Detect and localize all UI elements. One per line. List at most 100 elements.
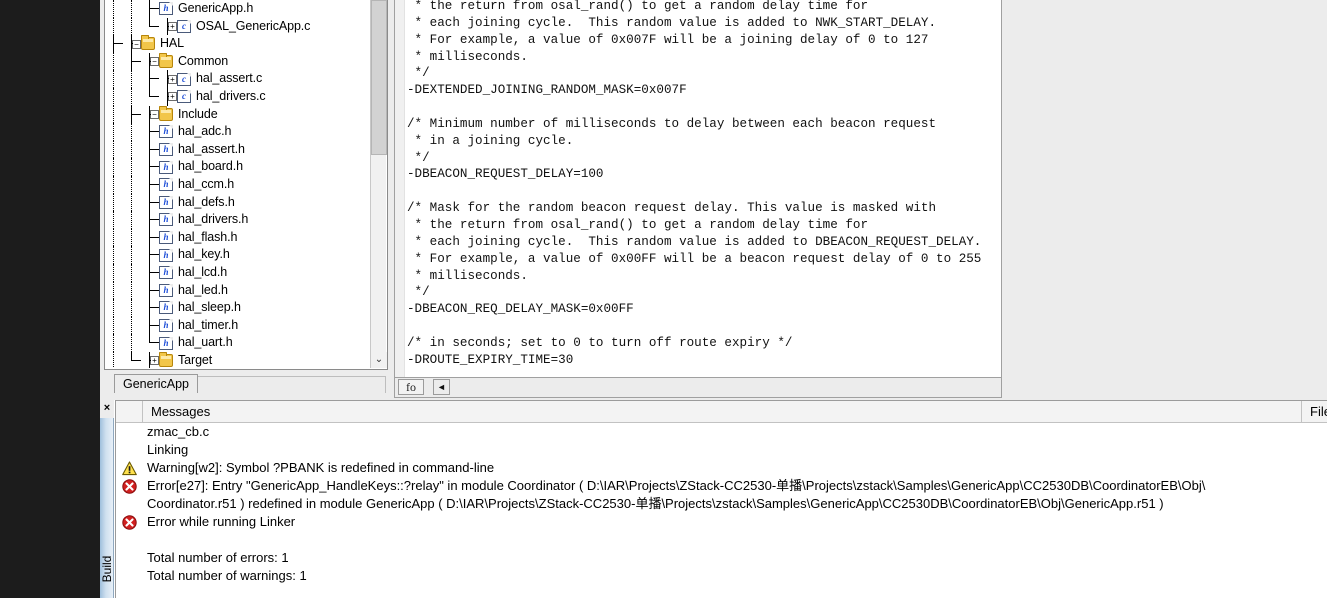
tree-indent-guide bbox=[123, 228, 141, 247]
tree-item[interactable]: + Target bbox=[105, 351, 371, 368]
tree-indent-guide bbox=[123, 158, 141, 176]
tree-item[interactable]: hal_uart.h bbox=[105, 334, 371, 352]
tree-item[interactable]: + hal_drivers.c bbox=[105, 87, 371, 106]
expand-icon[interactable]: + bbox=[159, 17, 180, 36]
tree-indent-guide bbox=[105, 17, 123, 36]
workspace-tab-strip: GenericApp bbox=[104, 370, 388, 394]
h-file-icon bbox=[159, 178, 173, 192]
tree-item[interactable]: − Include bbox=[105, 105, 371, 124]
expand-icon[interactable]: + bbox=[159, 87, 180, 106]
tree-indent-guide bbox=[123, 281, 141, 300]
message-text: Warning[w2]: Symbol ?PBANK is redefined … bbox=[147, 460, 495, 475]
message-row[interactable]: Linking bbox=[116, 441, 1327, 459]
message-row[interactable]: zmac_cb.c bbox=[116, 423, 1327, 441]
h-file-icon bbox=[159, 195, 173, 209]
tree-indent-guide bbox=[105, 52, 123, 71]
tree-vertical-scrollbar[interactable]: ⌄ bbox=[370, 0, 387, 368]
error-icon bbox=[122, 479, 137, 494]
column-header-messages[interactable]: Messages bbox=[143, 401, 1302, 422]
tree-item[interactable]: − HAL bbox=[105, 35, 371, 53]
tree-item[interactable]: hal_defs.h bbox=[105, 193, 371, 212]
h-file-icon bbox=[159, 318, 173, 332]
expander-box[interactable]: + bbox=[150, 356, 159, 366]
folder-icon bbox=[159, 53, 173, 69]
tree-indent-guide bbox=[123, 211, 141, 229]
tree-item[interactable]: hal_key.h bbox=[105, 246, 371, 264]
message-text: Coordinator.r51 ) redefined in module Ge… bbox=[147, 496, 1164, 511]
tree-item[interactable]: GenericApp.h bbox=[105, 0, 371, 18]
tree-connector bbox=[141, 70, 159, 88]
tree-item[interactable]: hal_board.h bbox=[105, 158, 371, 176]
column-header-icon[interactable] bbox=[116, 401, 143, 422]
tree-item[interactable]: hal_lcd.h bbox=[105, 263, 371, 282]
tree-item-label: hal_sleep.h bbox=[178, 300, 241, 315]
tree-connector bbox=[141, 0, 159, 18]
tree-scrollbar-thumb[interactable] bbox=[371, 0, 387, 155]
tree-item-label: OSAL_GenericApp.c bbox=[196, 18, 311, 33]
tree-indent-guide bbox=[105, 334, 123, 352]
messages-table-header: Messages File bbox=[116, 401, 1327, 423]
messages-table: Messages File zmac_cb.c Linking Warning[w2… bbox=[115, 400, 1327, 598]
tree-scroll-down-icon[interactable]: ⌄ bbox=[371, 352, 387, 368]
expander-box[interactable]: − bbox=[150, 110, 159, 120]
tree-indent-guide bbox=[105, 211, 123, 229]
h-file-icon bbox=[159, 231, 173, 245]
column-header-file[interactable]: File bbox=[1302, 401, 1327, 422]
collapse-icon[interactable]: − bbox=[123, 35, 144, 53]
code-editor-panel[interactable]: * the return from osal_rand() to get a r… bbox=[394, 0, 1002, 378]
collapse-icon[interactable]: − bbox=[141, 105, 162, 124]
workspace-tree-list: GenericApp.h+OSAL_GenericApp.c−HAL−Commo… bbox=[105, 0, 371, 368]
message-row[interactable]: Coordinator.r51 ) redefined in module Ge… bbox=[116, 495, 1327, 513]
expand-icon[interactable]: + bbox=[141, 351, 162, 368]
tab-genericapp[interactable]: GenericApp bbox=[114, 374, 199, 393]
tree-connector bbox=[141, 263, 159, 282]
tree-item[interactable]: hal_assert.h bbox=[105, 140, 371, 159]
tree-item[interactable]: hal_adc.h bbox=[105, 123, 371, 141]
tree-item[interactable]: + OSAL_GenericApp.c bbox=[105, 17, 371, 36]
expander-box[interactable]: + bbox=[168, 74, 177, 84]
tree-indent-guide bbox=[105, 140, 123, 159]
collapse-icon[interactable]: − bbox=[141, 52, 162, 71]
tree-item[interactable]: hal_drivers.h bbox=[105, 211, 371, 229]
tree-item-label: Include bbox=[178, 106, 218, 121]
message-row[interactable]: Error[e27]: Entry "GenericApp_HandleKeys… bbox=[116, 477, 1327, 495]
h-file-icon bbox=[159, 301, 173, 315]
tree-item-label: hal_assert.h bbox=[178, 141, 245, 156]
tree-indent-guide bbox=[105, 351, 123, 368]
message-row[interactable] bbox=[116, 531, 1327, 549]
tree-item[interactable]: hal_flash.h bbox=[105, 228, 371, 247]
tree-indent-guide bbox=[105, 228, 123, 247]
tree-indent-guide bbox=[105, 123, 123, 141]
h-file-icon bbox=[159, 125, 173, 139]
workspace-tree-panel[interactable]: GenericApp.h+OSAL_GenericApp.c−HAL−Commo… bbox=[104, 0, 388, 370]
tree-item[interactable]: hal_led.h bbox=[105, 281, 371, 300]
editor-code-text[interactable]: * the return from osal_rand() to get a r… bbox=[407, 0, 1001, 377]
expander-box[interactable]: − bbox=[132, 39, 141, 49]
tree-item[interactable]: − Common bbox=[105, 52, 371, 71]
tree-item[interactable]: hal_timer.h bbox=[105, 316, 371, 335]
tree-item-label: hal_drivers.c bbox=[196, 88, 266, 103]
tree-item[interactable]: + hal_assert.c bbox=[105, 70, 371, 88]
expander-box[interactable]: + bbox=[168, 92, 177, 102]
tree-item-label: hal_drivers.h bbox=[178, 212, 249, 227]
tree-connector bbox=[123, 351, 141, 368]
editor-hscroll-track[interactable] bbox=[451, 379, 1000, 395]
editor-horizontal-scrollbar[interactable]: fo ◄ bbox=[394, 378, 1002, 398]
scroll-left-icon[interactable]: ◄ bbox=[433, 379, 450, 395]
tree-indent-guide bbox=[123, 123, 141, 141]
dock-tab-build[interactable]: Build bbox=[100, 418, 114, 598]
message-row[interactable]: Error while running Linker bbox=[116, 513, 1327, 531]
message-row[interactable]: Total number of warnings: 1 bbox=[116, 567, 1327, 585]
tree-indent-guide bbox=[105, 175, 123, 194]
c-file-icon bbox=[177, 90, 191, 104]
tree-item-label: Common bbox=[178, 53, 229, 68]
tree-connector bbox=[141, 246, 159, 264]
expander-box[interactable]: + bbox=[168, 22, 177, 32]
expand-icon[interactable]: + bbox=[159, 70, 180, 88]
tree-item[interactable]: hal_sleep.h bbox=[105, 299, 371, 317]
tree-item[interactable]: hal_ccm.h bbox=[105, 175, 371, 194]
tree-indent-guide bbox=[105, 105, 123, 124]
message-row[interactable]: Total number of errors: 1 bbox=[116, 549, 1327, 567]
message-row[interactable]: Warning[w2]: Symbol ?PBANK is redefined … bbox=[116, 459, 1327, 477]
expander-box[interactable]: − bbox=[150, 57, 159, 67]
